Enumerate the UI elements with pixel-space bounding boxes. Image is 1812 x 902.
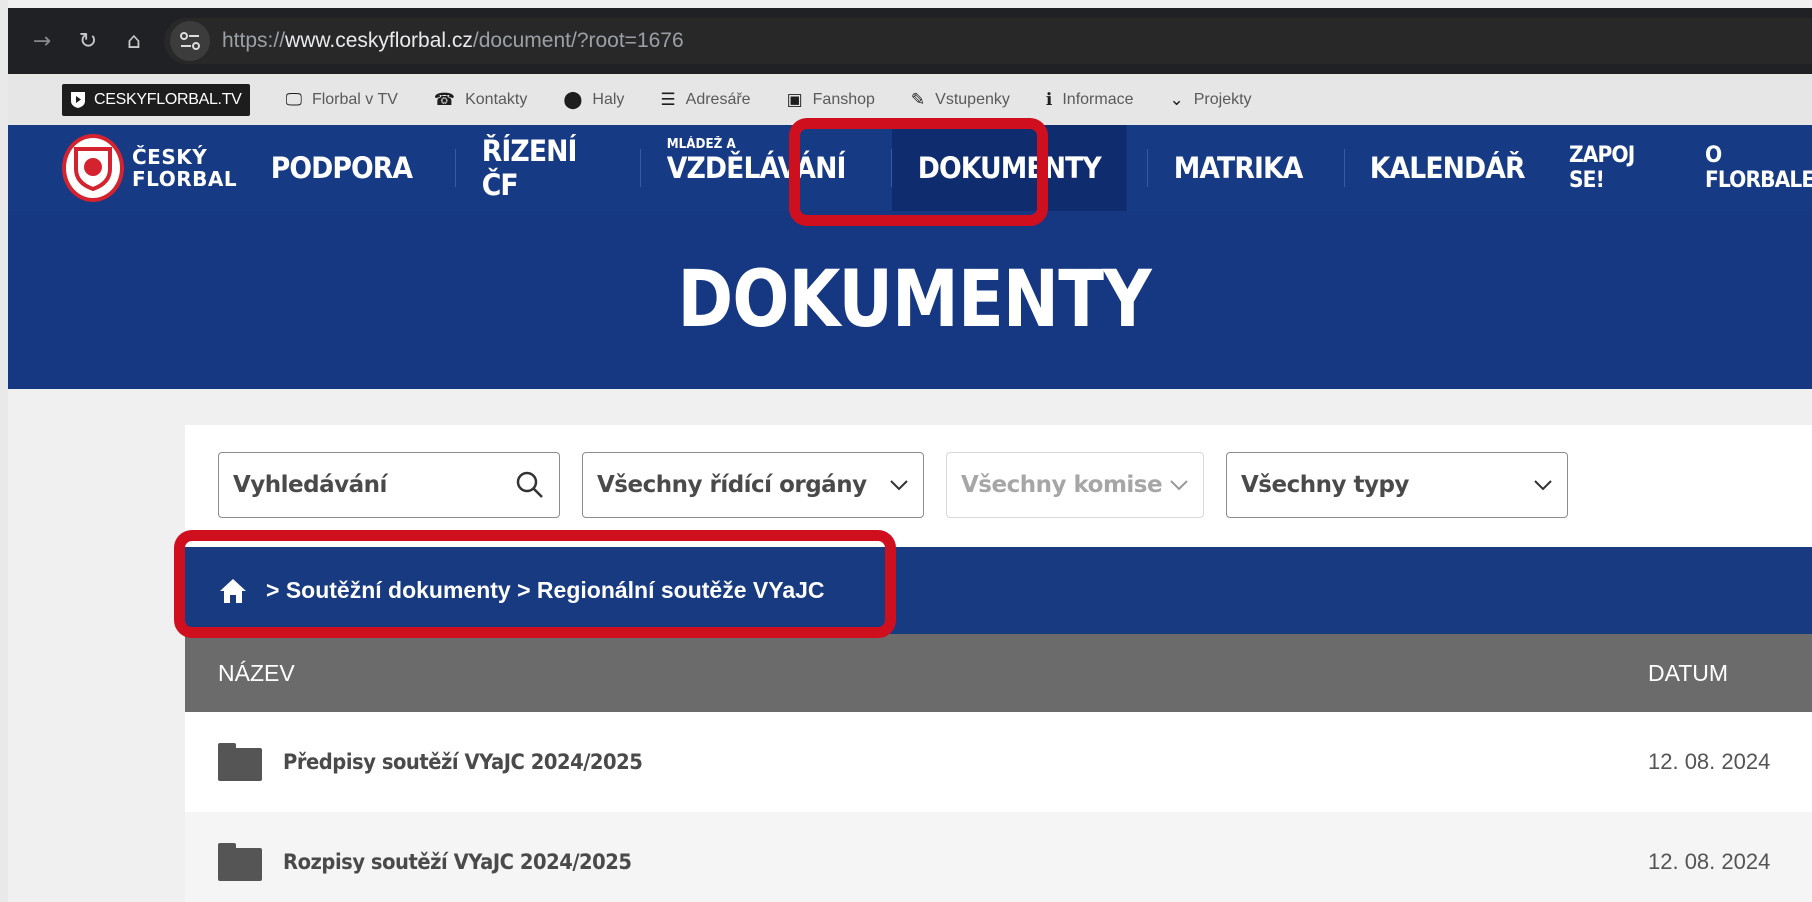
- lion-logo-icon: [62, 134, 124, 202]
- util-item-haly[interactable]: ⬤ Haly: [563, 90, 624, 110]
- select-value: Všechny komise: [961, 472, 1163, 498]
- document-name[interactable]: Rozpisy soutěží VYaJC 2024/2025: [283, 850, 632, 874]
- map-pin-icon: ⬤: [563, 89, 583, 110]
- util-label: Kontakty: [465, 90, 528, 108]
- monitor-icon: 🖵: [285, 89, 302, 110]
- url-text: https://www.ceskyflorbal.cz/document/?ro…: [222, 29, 684, 53]
- chevron-down-icon: [1534, 480, 1552, 491]
- ticket-icon: ✎: [910, 89, 926, 110]
- util-label: Vstupenky: [935, 90, 1010, 108]
- nav-label: KALENDÁŘ: [1370, 151, 1526, 185]
- info-icon: ℹ: [1045, 89, 1053, 110]
- document-name[interactable]: Předpisy soutěží VYaJC 2024/2025: [283, 750, 643, 774]
- column-header-date[interactable]: DATUM: [1648, 660, 1728, 687]
- util-label: Haly: [592, 90, 625, 108]
- shield-play-icon: [71, 91, 85, 108]
- nav-label: ZAPOJ SE!: [1568, 143, 1635, 193]
- nav-item-rizeni-cf[interactable]: ŘÍZENÍ ČF: [456, 125, 626, 211]
- shopping-bag-icon: ▣: [786, 89, 803, 110]
- document-date: 12. 08. 2024: [1648, 849, 1771, 874]
- select-value: Všechny řídící orgány: [597, 472, 867, 498]
- hero-banner: DOKUMENTY: [8, 211, 1812, 389]
- nav-label: ŘÍZENÍ ČF: [481, 134, 577, 202]
- utility-bar: CESKYFLORBAL.TV 🖵 Florbal v TV ☎ Kontakty …: [8, 74, 1812, 125]
- util-label: Adresáře: [685, 90, 751, 108]
- util-item-fanshop[interactable]: ▣ Fanshop: [787, 90, 875, 110]
- phone-book-icon: ☎: [433, 89, 456, 110]
- folder-icon: [218, 843, 262, 881]
- type-select[interactable]: Všechny typy: [1226, 452, 1568, 518]
- select-value: Všechny typy: [1241, 472, 1409, 498]
- breadcrumb: > Soutěžní dokumenty > Regionální soutěž…: [185, 547, 1812, 634]
- logo-line1: ČESKÝ: [132, 145, 208, 169]
- document-date: 12. 08. 2024: [1648, 749, 1771, 774]
- util-label: Florbal v TV: [311, 90, 398, 108]
- committee-select[interactable]: Všechny komise: [946, 452, 1204, 518]
- logo-link[interactable]: ČESKÝ FLORBAL: [62, 134, 237, 202]
- table-row[interactable]: Předpisy soutěží VYaJC 2024/2025 12. 08.…: [185, 712, 1812, 812]
- url-host: www.ceskyflorbal.cz: [285, 29, 473, 52]
- nav-item-vzdelavani[interactable]: MLÁDEŽ A VZDĚLÁVÁNÍ: [641, 125, 871, 211]
- util-label: Projekty: [1193, 90, 1252, 108]
- nav-label: MATRIKA: [1173, 151, 1303, 185]
- chevron-down-icon: [890, 480, 908, 491]
- list-icon: ☰: [660, 89, 676, 110]
- table-header: NÁZEV DATUM: [185, 634, 1812, 712]
- util-item-informace[interactable]: ℹ Informace: [1046, 90, 1134, 110]
- table-row[interactable]: Rozpisy soutěží VYaJC 2024/2025 12. 08. …: [185, 812, 1812, 902]
- search-icon: [516, 471, 543, 498]
- util-item-kontakty[interactable]: ☎ Kontakty: [434, 90, 527, 110]
- logo-text: ČESKÝ FLORBAL: [132, 146, 237, 190]
- browser-toolbar: → ↻ ⌂ https://www.ceskyflorbal.cz/docume…: [8, 8, 1812, 74]
- address-bar[interactable]: https://www.ceskyflorbal.cz/document/?ro…: [164, 18, 1812, 64]
- nav-item-podpora[interactable]: PODPORA: [245, 125, 438, 211]
- nav-item-o-florbale[interactable]: O FLORBALE: [1705, 125, 1812, 211]
- nav-label: DOKUMENTY: [917, 151, 1102, 185]
- util-item-projekty[interactable]: ⌄ Projekty: [1169, 90, 1251, 110]
- nav-sup-label: MLÁDEŽ A: [666, 137, 736, 152]
- util-label: Fanshop: [812, 90, 875, 108]
- nav-item-dokumenty[interactable]: DOKUMENTY: [891, 125, 1127, 211]
- site-info-icon[interactable]: [170, 21, 210, 61]
- documents-card: Vyhledávání Všechny řídící orgány Všechn…: [185, 425, 1812, 902]
- nav-item-matrika[interactable]: MATRIKA: [1148, 125, 1328, 211]
- chevron-down-icon: ⌄: [1169, 89, 1184, 110]
- tv-label: CESKYFLORBAL.TV: [94, 90, 242, 108]
- nav-label: VZDĚLÁVÁNÍ: [666, 151, 846, 185]
- forward-icon[interactable]: →: [22, 21, 62, 61]
- page-edge: [0, 0, 8, 902]
- main-nav: ČESKÝ FLORBAL PODPORA ŘÍZENÍ ČF MLÁDEŽ A…: [8, 125, 1812, 211]
- nav-label: O FLORBALE: [1704, 143, 1812, 193]
- filters-row: Vyhledávání Všechny řídící orgány Všechn…: [218, 452, 1568, 518]
- chevron-down-icon: [1170, 480, 1188, 491]
- governing-body-select[interactable]: Všechny řídící orgány: [582, 452, 924, 518]
- home-icon[interactable]: ⌂: [114, 21, 154, 61]
- util-item-florbal-v-tv[interactable]: 🖵 Florbal v TV: [286, 90, 398, 110]
- nav-right-group: ZAPOJ SE! O FLORBALE: [1569, 125, 1812, 211]
- search-input[interactable]: Vyhledávání: [218, 452, 560, 518]
- util-label: Informace: [1062, 90, 1134, 108]
- logo-line2: FLORBAL: [132, 167, 238, 191]
- util-item-adresare[interactable]: ☰ Adresáře: [660, 90, 750, 110]
- breadcrumb-path[interactable]: > Soutěžní dokumenty > Regionální soutěž…: [266, 577, 825, 604]
- url-path: /document/?root=1676: [472, 29, 684, 52]
- home-icon[interactable]: [218, 577, 248, 605]
- search-placeholder: Vyhledávání: [233, 472, 387, 498]
- column-header-name[interactable]: NÁZEV: [218, 660, 295, 687]
- nav-item-zapoj-se[interactable]: ZAPOJ SE!: [1569, 125, 1657, 211]
- ceskyflorbal-tv-link[interactable]: CESKYFLORBAL.TV: [62, 83, 250, 116]
- folder-icon: [218, 743, 262, 781]
- nav-label: PODPORA: [270, 151, 413, 185]
- page-title: DOKUMENTY: [677, 255, 1151, 345]
- reload-icon[interactable]: ↻: [68, 21, 108, 61]
- url-scheme: https://: [222, 29, 286, 52]
- util-item-vstupenky[interactable]: ✎ Vstupenky: [911, 90, 1010, 110]
- nav-item-kalendar[interactable]: KALENDÁŘ: [1344, 125, 1550, 211]
